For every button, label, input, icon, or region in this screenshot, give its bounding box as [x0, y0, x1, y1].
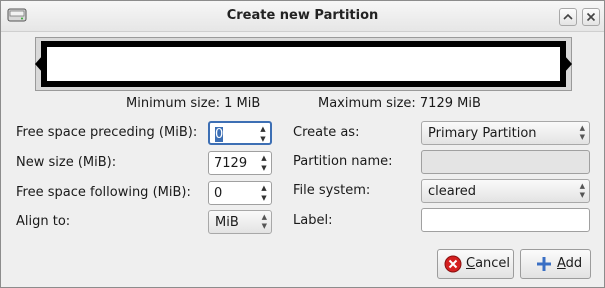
minimum-size-label: Minimum size: 1 MiB — [126, 96, 261, 111]
combo-arrows-icon: ▲ ▼ — [579, 124, 585, 141]
left-resize-handle-icon[interactable] — [35, 55, 43, 73]
following-label: Free space following (MiB): — [16, 185, 191, 200]
close-icon[interactable] — [582, 8, 600, 26]
spin-arrows-icon[interactable]: ▲ ▼ — [259, 153, 269, 173]
new-size-value: 7129 — [214, 156, 248, 171]
add-icon — [537, 257, 551, 271]
window-title: Create new Partition — [226, 8, 379, 23]
maximize-icon[interactable] — [559, 8, 577, 26]
right-resize-handle-icon[interactable] — [564, 55, 572, 73]
cancel-button[interactable]: Cancel — [437, 249, 514, 279]
combo-arrows-icon: ▲ ▼ — [579, 182, 585, 199]
add-label: Add — [557, 256, 583, 271]
preceding-label: Free space preceding (MiB): — [16, 125, 198, 140]
add-button[interactable]: Add — [520, 249, 591, 279]
following-spinbox[interactable]: 0 ▲ ▼ — [208, 181, 272, 205]
create-as-value: Primary Partition — [428, 126, 537, 141]
filesystem-label: File system: — [293, 183, 371, 198]
cancel-label: Cancel — [466, 256, 511, 271]
create-as-label: Create as: — [293, 125, 360, 140]
filesystem-combo[interactable]: cleared ▲ ▼ — [421, 179, 590, 203]
following-value: 0 — [214, 186, 223, 201]
label-field[interactable] — [421, 208, 590, 232]
partition-resizer[interactable] — [35, 37, 572, 91]
cancel-icon — [444, 255, 462, 273]
preceding-value: 0 — [215, 127, 224, 142]
combo-arrows-icon: ▲ ▼ — [261, 213, 267, 230]
partition-name-field[interactable] — [421, 150, 590, 174]
spin-arrows-icon[interactable]: ▲ ▼ — [258, 124, 268, 144]
align-value: MiB — [215, 215, 239, 230]
create-as-combo[interactable]: Primary Partition ▲ ▼ — [421, 121, 590, 145]
preceding-spinbox[interactable]: 0 ▲ ▼ — [208, 121, 272, 145]
spin-arrows-icon[interactable]: ▲ ▼ — [259, 183, 269, 203]
new-size-label: New size (MiB): — [16, 155, 117, 170]
new-size-spinbox[interactable]: 7129 ▲ ▼ — [208, 151, 272, 175]
filesystem-value: cleared — [428, 184, 477, 199]
partition-name-label: Partition name: — [293, 154, 393, 169]
label-label: Label: — [293, 213, 333, 228]
align-combo[interactable]: MiB ▲ ▼ — [208, 210, 272, 234]
maximum-size-label: Maximum size: 7129 MiB — [318, 96, 481, 111]
create-partition-dialog: Create new Partition Minimum size: 1 MiB… — [0, 0, 605, 288]
align-label: Align to: — [16, 214, 71, 229]
partition-bar-fill — [47, 47, 560, 81]
title-bar[interactable]: Create new Partition — [1, 1, 604, 32]
